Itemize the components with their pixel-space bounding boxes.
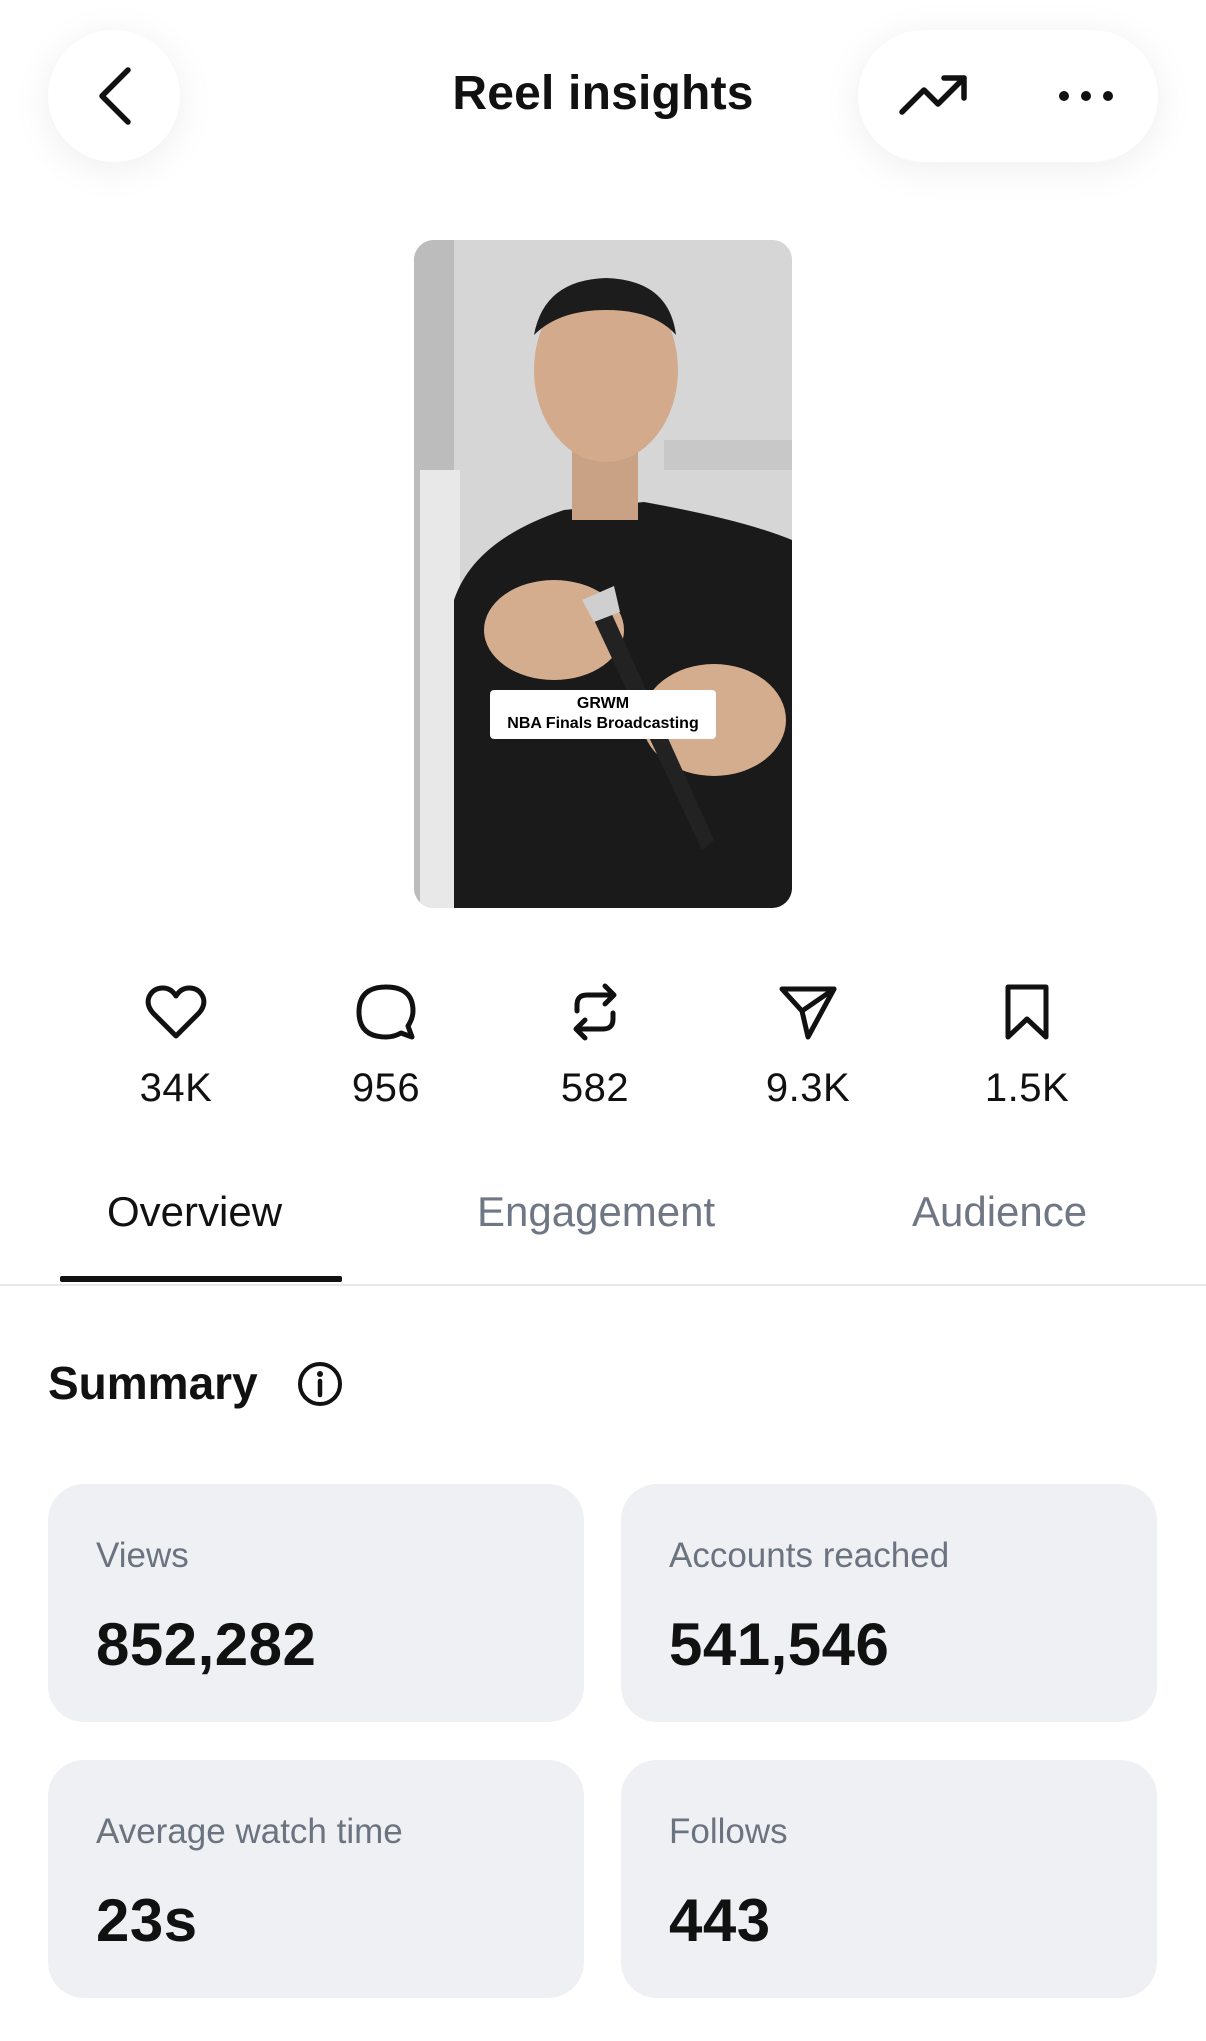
stat-likes[interactable]: 34K	[86, 980, 266, 1111]
reel-caption-line2: NBA Finals Broadcasting	[507, 715, 699, 732]
comment-icon	[356, 984, 416, 1040]
summary-card-follows[interactable]: Follows 443	[621, 1760, 1157, 1998]
repost-icon	[573, 983, 617, 1041]
send-icon	[779, 986, 837, 1040]
summary-card-views[interactable]: Views 852,282	[48, 1484, 584, 1722]
trend-button[interactable]	[894, 56, 974, 136]
stat-shares-value: 9.3K	[765, 1066, 851, 1110]
info-icon	[298, 1362, 342, 1406]
reel-caption: GRWM NBA Finals Broadcasting	[490, 690, 716, 739]
tab-audience[interactable]: Audience	[912, 1188, 1087, 1236]
summary-card-accounts-reached[interactable]: Accounts reached 541,546	[621, 1484, 1157, 1722]
active-tab-indicator	[60, 1276, 342, 1282]
stat-likes-value: 34K	[139, 1066, 213, 1110]
summary-card-label: Follows	[669, 1812, 788, 1851]
insights-tabs: Overview Engagement Audience	[0, 1180, 1206, 1286]
stat-reposts[interactable]: 582	[505, 980, 685, 1111]
trending-up-icon	[899, 75, 967, 115]
reel-preview-image	[414, 240, 792, 908]
summary-card-average-watch-time[interactable]: Average watch time 23s	[48, 1760, 584, 1998]
summary-card-value: 23s	[96, 1887, 198, 1954]
stat-reposts-value: 582	[560, 1066, 630, 1110]
summary-card-value: 852,282	[96, 1611, 317, 1678]
header-actions	[858, 30, 1158, 162]
reel-thumbnail[interactable]: GRWM NBA Finals Broadcasting	[414, 240, 792, 908]
stat-saves-value: 1.5K	[984, 1066, 1070, 1110]
reel-caption-line1: GRWM	[576, 695, 630, 712]
tab-engagement[interactable]: Engagement	[477, 1188, 715, 1236]
stat-comments[interactable]: 956	[296, 980, 476, 1111]
summary-card-label: Views	[96, 1536, 189, 1575]
summary-card-label: Average watch time	[96, 1812, 403, 1851]
info-button[interactable]	[296, 1360, 344, 1413]
bookmark-icon	[1005, 984, 1049, 1040]
heart-icon	[145, 985, 207, 1039]
summary-card-value: 541,546	[669, 1611, 890, 1678]
stat-saves[interactable]: 1.5K	[937, 980, 1117, 1111]
stat-shares[interactable]: 9.3K	[718, 980, 898, 1111]
summary-heading: Summary	[48, 1357, 258, 1409]
engagement-stats: 34K 956 582 9.3K 1.5K	[0, 980, 1206, 1120]
summary-card-label: Accounts reached	[669, 1536, 950, 1575]
summary-card-value: 443	[669, 1887, 771, 1954]
more-options-button[interactable]	[1046, 56, 1126, 136]
header-bar: Reel insights	[0, 0, 1206, 200]
tab-overview[interactable]: Overview	[107, 1188, 282, 1236]
more-horizontal-icon	[1059, 91, 1113, 101]
stat-comments-value: 956	[351, 1066, 421, 1110]
